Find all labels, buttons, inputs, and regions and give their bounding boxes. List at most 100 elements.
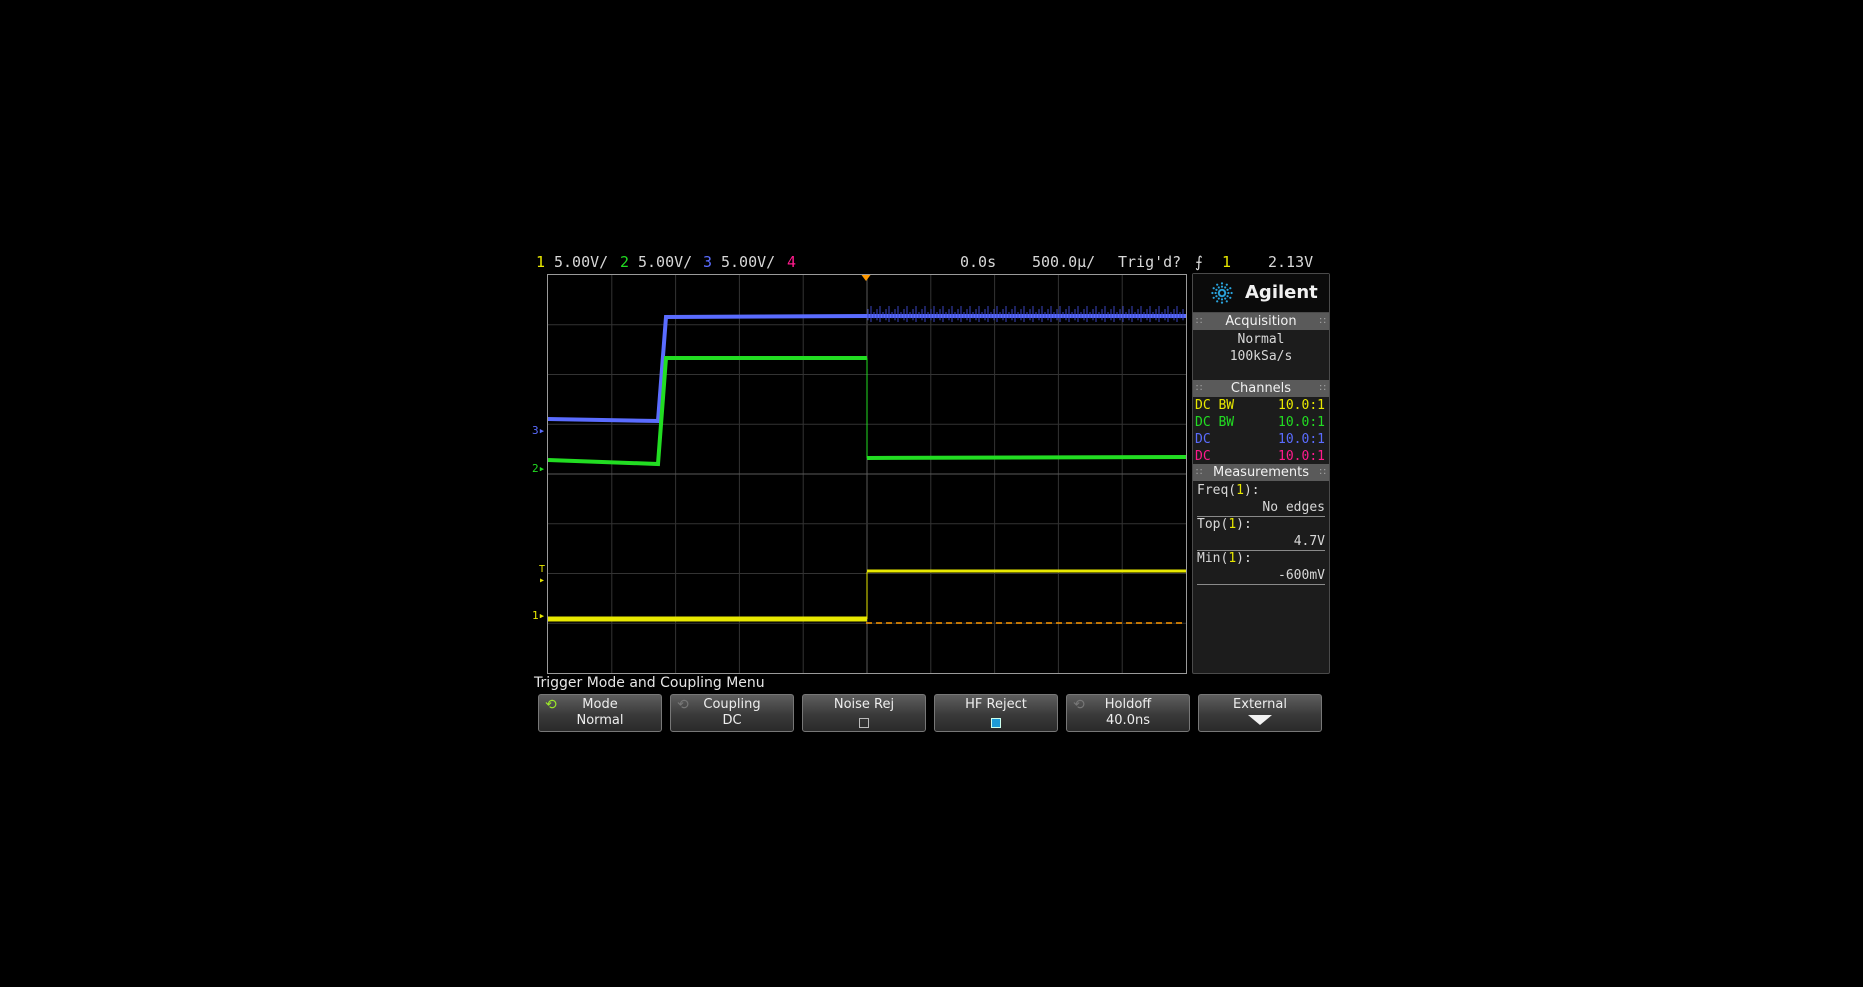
waveform-display xyxy=(548,275,1186,673)
softkey-label: Holdoff xyxy=(1104,697,1152,712)
spark-dot xyxy=(1227,291,1230,295)
spark-dot xyxy=(1225,283,1228,286)
softkey-holdoff[interactable]: ⟲ Holdoff 40.0ns xyxy=(1066,694,1190,732)
spark-dot xyxy=(1214,291,1217,295)
oscilloscope-screen: 1 5.00V/ 2 5.00V/ 3 5.00V/ 4 0.0s 500.0µ… xyxy=(532,248,1332,738)
cycle-icon: ⟲ xyxy=(677,697,689,713)
ch1-scale[interactable]: 5.00V/ xyxy=(554,253,608,271)
spark-dot xyxy=(1212,296,1215,299)
spark-dot xyxy=(1217,286,1220,289)
spark-dot xyxy=(1211,291,1214,295)
ch2-number[interactable]: 2 xyxy=(620,253,629,271)
spark-dot xyxy=(1224,297,1227,300)
ch2-trace-pre xyxy=(548,356,867,467)
checkbox-unchecked-icon xyxy=(859,718,869,728)
channel-probe-ratio: 10.0:1 xyxy=(1278,449,1325,464)
sample-rate: 100kSa/s xyxy=(1229,349,1293,364)
grip-icon: ∷ xyxy=(1196,467,1203,478)
down-arrow-icon xyxy=(1248,715,1272,725)
ch2-scale[interactable]: 5.00V/ xyxy=(638,253,692,271)
ch3-noise xyxy=(867,306,1184,322)
softkey-label: HF Reject xyxy=(965,697,1027,712)
brand-logo: Agilent xyxy=(1193,274,1329,313)
grip-icon: ∷ xyxy=(1196,316,1203,327)
ch2-trace-post xyxy=(866,455,1186,460)
spark-dot xyxy=(1226,295,1229,298)
menu-title: Trigger Mode and Coupling Menu xyxy=(534,675,765,691)
grip-icon: ∷ xyxy=(1319,383,1326,394)
measurement-name[interactable]: Top(1): xyxy=(1197,517,1252,532)
channel-coupling: DC xyxy=(1195,432,1211,447)
ch1-number[interactable]: 1 xyxy=(536,253,545,271)
time-delay[interactable]: 0.0s xyxy=(960,253,996,271)
softkey-external[interactable]: External xyxy=(1198,694,1322,732)
spark-dot xyxy=(1216,283,1219,286)
channel-probe-ratio: 10.0:1 xyxy=(1278,432,1325,447)
measurement-value: -600mV xyxy=(1278,568,1325,583)
time-scale[interactable]: 500.0µ/ xyxy=(1032,253,1095,271)
ch3-scale[interactable]: 5.00V/ xyxy=(721,253,775,271)
ch1-waveform xyxy=(548,569,1186,622)
softkey-value: 40.0ns xyxy=(1106,713,1150,728)
acquisition-header[interactable]: ∷ Acquisition ∷ xyxy=(1193,313,1329,330)
spark-dot xyxy=(1220,298,1224,301)
grip-icon: ∷ xyxy=(1319,316,1326,327)
spark-dot xyxy=(1216,300,1219,303)
softkey-label: External xyxy=(1233,697,1287,712)
checkbox-checked-icon xyxy=(991,718,1001,728)
acquisition-mode: Normal xyxy=(1237,332,1285,347)
trigger-edge-icon[interactable]: ⨍ xyxy=(1195,253,1203,271)
spark-dot xyxy=(1212,287,1215,290)
measurements-header[interactable]: ∷ Measurements ∷ xyxy=(1193,464,1329,481)
spark-dot xyxy=(1225,300,1228,303)
trigger-source[interactable]: 1 xyxy=(1222,253,1231,271)
spark-dot xyxy=(1215,288,1218,291)
spark-dot xyxy=(1223,290,1226,293)
measurement-name[interactable]: Freq(1): xyxy=(1197,483,1260,498)
ch3-number[interactable]: 3 xyxy=(703,253,712,271)
softkey-hf-reject[interactable]: HF Reject xyxy=(934,694,1058,732)
brand-name: Agilent xyxy=(1245,282,1318,303)
channel-probe-ratio: 10.0:1 xyxy=(1278,398,1325,413)
softkey-value: DC xyxy=(722,713,742,728)
softkey-noise-rej[interactable]: Noise Rej xyxy=(802,694,926,732)
ch2-waveform xyxy=(548,356,1186,467)
trigger-level-marker[interactable]: T ▸ xyxy=(539,564,545,586)
waveform-graticule[interactable] xyxy=(547,274,1187,674)
trigger-level[interactable]: 2.13V xyxy=(1268,253,1313,271)
measurement-value: No edges xyxy=(1262,500,1325,515)
grip-icon: ∷ xyxy=(1196,383,1203,394)
softkey-mode[interactable]: ⟲ Mode Normal xyxy=(538,694,662,732)
cycle-icon: ⟲ xyxy=(545,697,557,713)
measurement-divider xyxy=(1197,584,1325,585)
channel-probe-ratio: 10.0:1 xyxy=(1278,415,1325,430)
ch2-ground-marker[interactable]: 2▸ xyxy=(532,462,545,475)
grip-icon: ∷ xyxy=(1319,467,1326,478)
cycle-icon: ⟲ xyxy=(1073,697,1085,713)
spark-dot xyxy=(1229,296,1232,299)
spark-dot xyxy=(1229,287,1232,290)
channel-coupling: DC xyxy=(1195,449,1211,464)
measurement-name[interactable]: Min(1): xyxy=(1197,551,1252,566)
channels-header[interactable]: ∷ Channels ∷ xyxy=(1193,380,1329,397)
spark-dot xyxy=(1224,286,1227,289)
spark-dot xyxy=(1230,291,1233,295)
softkey-label: Noise Rej xyxy=(833,697,895,712)
ch4-number[interactable]: 4 xyxy=(787,253,796,271)
softkey-coupling[interactable]: ⟲ Coupling DC xyxy=(670,694,794,732)
softkey-value: Normal xyxy=(576,713,624,728)
agilent-spark-icon xyxy=(1211,282,1233,304)
softkey-label: Coupling xyxy=(703,697,761,712)
spark-dot xyxy=(1217,297,1220,300)
trigger-position-marker xyxy=(861,275,871,281)
spark-dot xyxy=(1220,285,1224,288)
spark-dot xyxy=(1220,301,1224,304)
spark-dot xyxy=(1215,295,1218,298)
ch3-ground-marker[interactable]: 3▸ xyxy=(532,424,545,437)
info-panel: Agilent ∷ Acquisition ∷ Normal 100kSa/s … xyxy=(1192,273,1330,674)
spark-dot xyxy=(1226,288,1229,291)
channel-coupling: DC BW xyxy=(1195,398,1235,413)
spark-dot xyxy=(1220,282,1224,285)
ch1-ground-marker[interactable]: 1▸ xyxy=(532,609,545,622)
trigger-status: Trig'd? xyxy=(1118,253,1182,271)
